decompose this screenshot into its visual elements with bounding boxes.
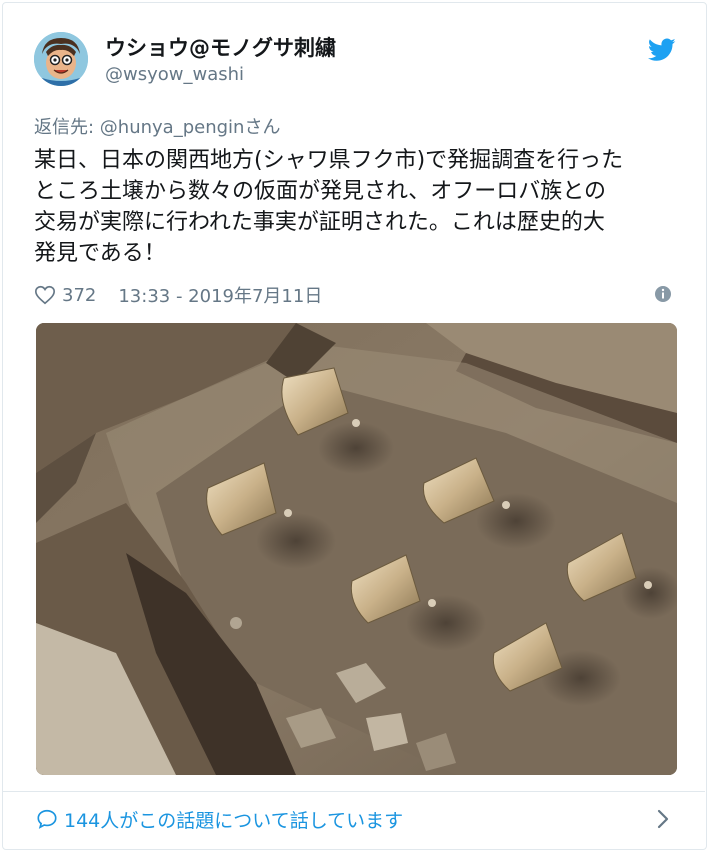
conversation-text[interactable]: 144人がこの話題について話しています [64, 806, 403, 833]
chevron-right-icon[interactable] [656, 809, 670, 829]
excavation-photo [36, 323, 677, 775]
tweet-timestamp[interactable]: 13:33 - 2019年7月11日 [118, 282, 322, 308]
author-name[interactable]: ウショウ@モノグサ刺繍 [105, 32, 336, 62]
footer-divider [2, 791, 705, 792]
author-handle[interactable]: @wsyow_washi [105, 64, 244, 85]
reply-suffix: さん [244, 117, 281, 138]
reply-prefix: 返信先: [34, 117, 100, 138]
avatar-icon [34, 32, 88, 86]
conversation-link[interactable]: 144人がこの話題について話しています [36, 806, 403, 832]
tweet-line: 交易が実際に行われた事実が証明された。これは歴史的大 [34, 210, 605, 235]
avatar[interactable] [34, 32, 88, 86]
tweet-meta: 372 13:33 - 2019年7月11日 [34, 282, 322, 308]
reply-handle-link[interactable]: @hunya_pengin [100, 117, 245, 138]
speech-bubble-icon [37, 809, 57, 829]
tweet-photo[interactable] [36, 323, 677, 775]
tweet-line: ところ土壌から数々の仮面が発見され、オフーロバ族との [34, 179, 607, 204]
tweet-line: 某日、日本の関西地方(シャワ県フク市)で発掘調査を行った [34, 148, 624, 173]
tweet-line: 発見である！ [34, 241, 166, 266]
reply-to: 返信先: @hunya_penginさん [34, 113, 280, 139]
heart-icon[interactable] [34, 284, 56, 306]
info-icon[interactable] [654, 285, 672, 303]
like-count[interactable]: 372 [62, 285, 96, 306]
twitter-bird-icon[interactable] [648, 38, 676, 62]
tweet-text: 某日、日本の関西地方(シャワ県フク市)で発掘調査を行った ところ土壌から数々の仮… [34, 145, 684, 269]
